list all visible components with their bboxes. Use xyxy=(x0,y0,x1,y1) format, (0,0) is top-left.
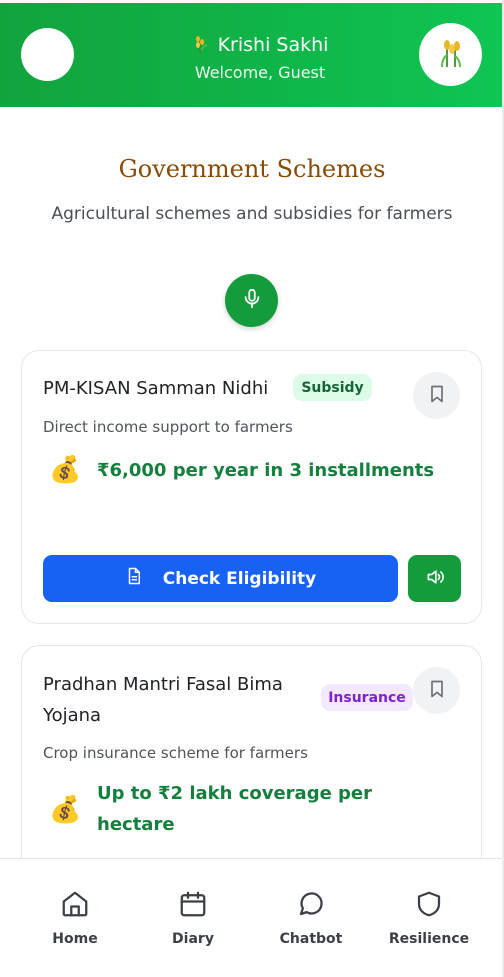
scheme-title: PM-KISAN Samman Nidhi xyxy=(43,378,269,399)
category-badge: Insurance xyxy=(321,684,413,711)
page-subtitle: Agricultural schemes and subsidies for f… xyxy=(51,204,453,224)
app-header: Krishi Sakhi Welcome, Guest xyxy=(0,3,502,107)
chat-bubble-icon xyxy=(296,889,326,923)
scheme-benefit-line: Up to ₹2 lakh coverage per xyxy=(97,783,373,804)
welcome-text: Welcome, Guest xyxy=(194,63,326,82)
brand: Krishi Sakhi Welcome, Guest xyxy=(160,33,360,82)
money-bag-icon: 💰 xyxy=(49,455,82,485)
shield-icon xyxy=(414,889,444,923)
scheme-benefit: ₹6,000 per year in 3 installments xyxy=(97,460,435,481)
scheme-description: Direct income support to farmers xyxy=(43,418,293,436)
bookmark-icon xyxy=(427,383,447,409)
nav-item-diary[interactable]: Diary xyxy=(133,889,253,947)
nav-label-home: Home xyxy=(52,931,98,947)
read-aloud-button[interactable] xyxy=(408,555,461,602)
bookmark-button[interactable] xyxy=(413,372,460,419)
bookmark-button[interactable] xyxy=(413,667,460,714)
scheme-title-line: Yojana xyxy=(43,705,102,726)
nav-item-home[interactable]: Home xyxy=(15,889,135,947)
microphone-icon xyxy=(241,288,263,314)
check-eligibility-label: Check Eligibility xyxy=(162,568,317,589)
nav-label-chatbot: Chatbot xyxy=(279,931,343,947)
scheme-title: Pradhan Mantri Fasal Bima Yojana xyxy=(43,669,283,731)
app-screen: Krishi Sakhi Welcome, Guest Government S… xyxy=(0,0,504,977)
scheme-description: Crop insurance scheme for farmers xyxy=(43,744,308,762)
scheme-card: PM-KISAN Samman Nidhi Subsidy Direct inc… xyxy=(21,350,482,624)
category-badge: Subsidy xyxy=(293,374,372,401)
calendar-icon xyxy=(178,889,208,923)
scheme-title-line: Pradhan Mantri Fasal Bima xyxy=(43,674,283,695)
app-logo[interactable] xyxy=(419,23,482,86)
wheat-icon xyxy=(438,37,464,73)
nav-item-resilience[interactable]: Resilience xyxy=(369,889,489,947)
page-title: Government Schemes xyxy=(118,155,386,183)
app-title: Krishi Sakhi xyxy=(217,34,329,56)
document-icon xyxy=(125,566,143,591)
home-icon xyxy=(60,889,90,923)
nav-item-chatbot[interactable]: Chatbot xyxy=(251,889,371,947)
money-bag-icon: 💰 xyxy=(49,795,82,825)
nav-label-resilience: Resilience xyxy=(388,931,470,947)
bookmark-icon xyxy=(427,678,447,704)
speaker-icon xyxy=(424,567,446,591)
nav-label-diary: Diary xyxy=(172,931,214,947)
scheme-benefit-line: hectare xyxy=(97,814,175,835)
wheat-icon xyxy=(192,33,208,57)
scheme-benefit: Up to ₹2 lakh coverage per hectare xyxy=(97,778,372,840)
check-eligibility-button[interactable]: Check Eligibility xyxy=(43,555,398,602)
bottom-navigation: Home Diary Chatbot Resilience xyxy=(0,858,502,977)
user-avatar[interactable] xyxy=(21,28,74,81)
voice-search-button[interactable] xyxy=(225,274,278,327)
